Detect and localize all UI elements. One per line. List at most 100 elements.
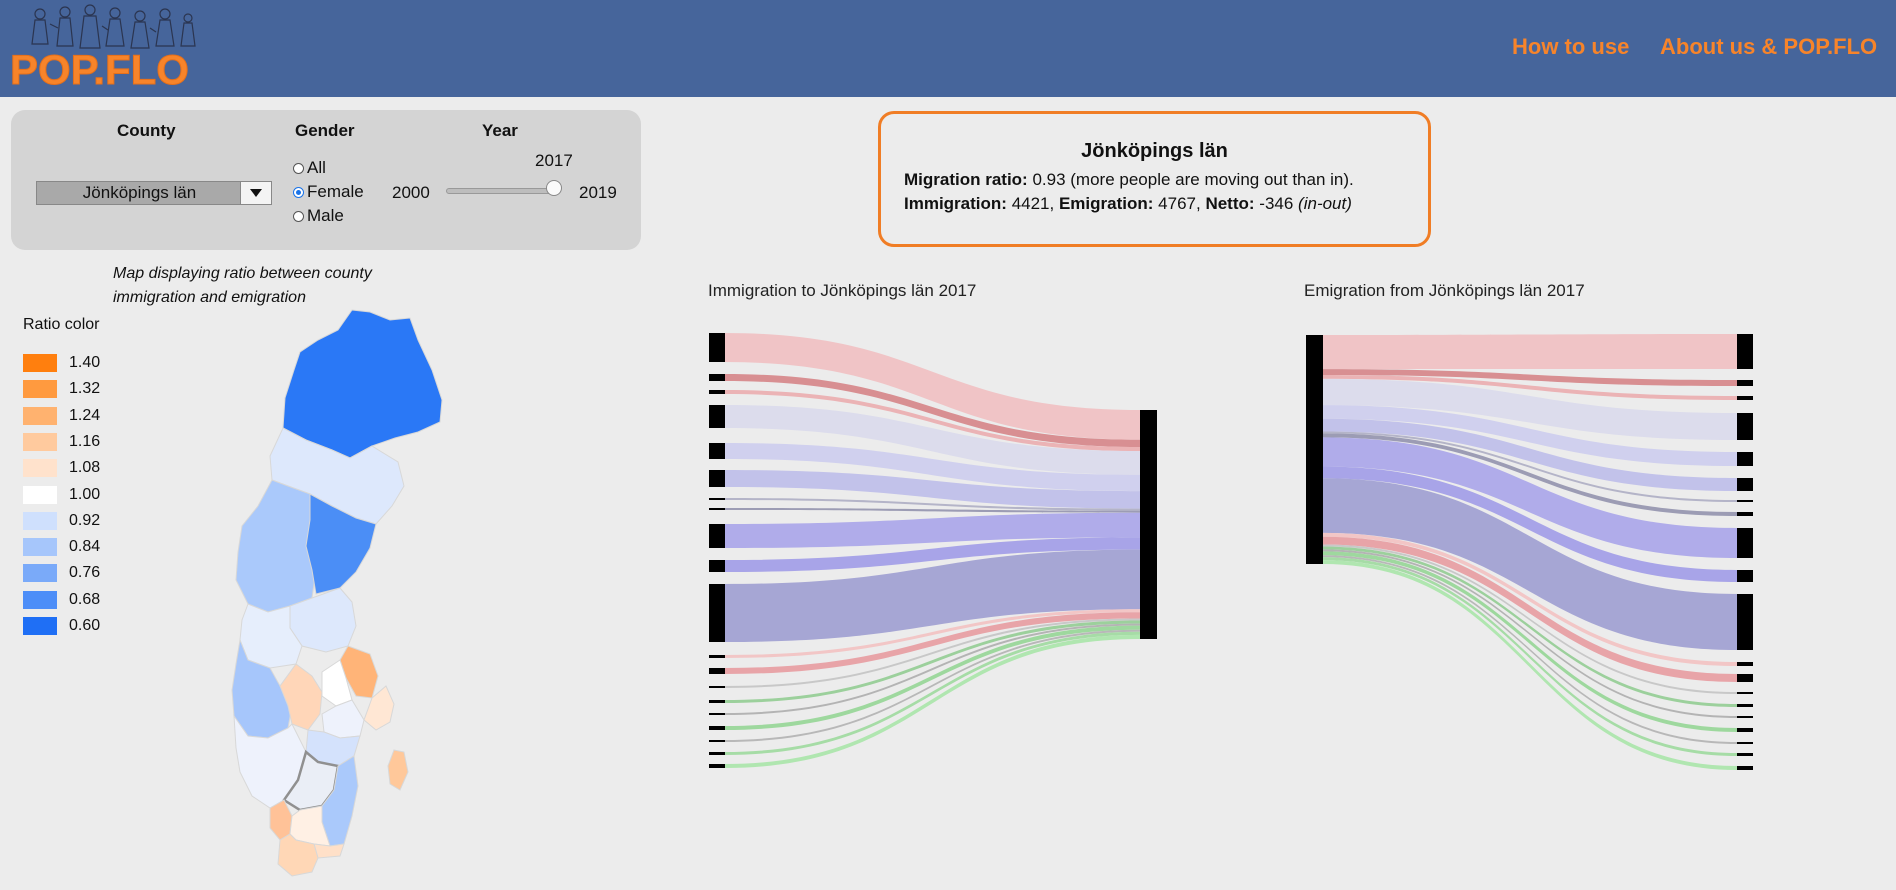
emigration-flow[interactable] — [1322, 544, 1737, 694]
county-select[interactable]: Jönköpings län — [36, 181, 272, 205]
immigration-flow[interactable] — [724, 625, 1140, 730]
immigration-source-node[interactable] — [709, 390, 725, 394]
emigration-flow[interactable] — [1322, 374, 1737, 400]
immigration-source-node[interactable] — [709, 764, 725, 768]
immigration-flow[interactable] — [724, 443, 1140, 492]
emigration-flow[interactable] — [1322, 532, 1737, 666]
emigration-target-node[interactable] — [1737, 570, 1753, 582]
emigration-target-node[interactable] — [1737, 728, 1753, 732]
immigration-source-node[interactable] — [709, 668, 725, 674]
emigration-target-node[interactable] — [1737, 753, 1753, 756]
immigration-source-node[interactable] — [709, 508, 725, 510]
immigration-flow[interactable] — [724, 609, 1140, 658]
immigration-flow[interactable] — [724, 512, 1140, 548]
nav-about-us[interactable]: About us & POP.FLO — [1660, 34, 1877, 60]
immigration-flow[interactable] — [724, 390, 1140, 452]
immigration-source-node[interactable] — [709, 560, 725, 572]
emigration-target-node[interactable] — [1737, 742, 1753, 744]
county-sodermanland[interactable] — [321, 699, 365, 739]
immigration-flow[interactable] — [724, 631, 1140, 755]
emigration-flow[interactable] — [1322, 431, 1737, 502]
emigration-flow[interactable] — [1322, 555, 1737, 744]
immigration-source-node[interactable] — [709, 333, 725, 362]
emigration-flow[interactable] — [1322, 369, 1737, 386]
emigration-target-node[interactable] — [1737, 396, 1753, 400]
chevron-down-icon[interactable] — [240, 182, 271, 204]
radio-icon[interactable] — [293, 162, 304, 174]
immigration-source-node[interactable] — [709, 700, 725, 703]
emigration-source-node[interactable] — [1306, 335, 1323, 564]
year-slider-track[interactable] — [446, 188, 560, 194]
emigration-flow[interactable] — [1322, 378, 1737, 440]
immigration-flow[interactable] — [724, 623, 1140, 715]
emigration-target-node[interactable] — [1737, 500, 1753, 502]
emigration-flow[interactable] — [1322, 557, 1737, 756]
immigration-target-node[interactable] — [1140, 410, 1157, 639]
emigration-target-node[interactable] — [1737, 716, 1753, 718]
immigration-flow[interactable] — [724, 333, 1140, 440]
year-slider-thumb[interactable] — [546, 180, 562, 196]
emigration-flow[interactable] — [1322, 433, 1737, 516]
immigration-source-node[interactable] — [709, 655, 725, 658]
immigration-source-node[interactable] — [709, 584, 725, 642]
emigration-target-node[interactable] — [1737, 766, 1753, 770]
emigration-target-node[interactable] — [1737, 704, 1753, 707]
immigration-flow[interactable] — [724, 612, 1140, 674]
radio-icon[interactable] — [293, 210, 304, 222]
county-gotland[interactable] — [387, 749, 409, 791]
county-norrbotten[interactable] — [282, 309, 443, 459]
emigration-flow[interactable] — [1322, 437, 1737, 558]
emigration-target-node[interactable] — [1737, 512, 1753, 516]
immigration-flow[interactable] — [724, 537, 1140, 572]
immigration-flow[interactable] — [724, 374, 1140, 447]
immigration-source-node[interactable] — [709, 686, 725, 688]
brand-logo[interactable]: POP.FLO — [10, 46, 190, 94]
emigration-target-node[interactable] — [1737, 594, 1753, 650]
emigration-target-node[interactable] — [1737, 662, 1753, 666]
gender-option-female[interactable]: Female — [293, 182, 364, 202]
gender-option-all[interactable]: All — [293, 158, 326, 178]
immigration-source-node[interactable] — [709, 498, 725, 500]
immigration-source-node[interactable] — [709, 713, 725, 715]
radio-selected-icon[interactable] — [293, 186, 304, 198]
immigration-flow[interactable] — [724, 618, 1140, 688]
gender-option-male[interactable]: Male — [293, 206, 344, 226]
immigration-source-node[interactable] — [709, 470, 725, 487]
immigration-source-node[interactable] — [709, 752, 725, 755]
immigration-flow[interactable] — [724, 508, 1140, 513]
emigration-target-node[interactable] — [1737, 528, 1753, 558]
immigration-flow[interactable] — [724, 405, 1140, 475]
emigration-target-node[interactable] — [1737, 692, 1753, 694]
immigration-flow[interactable] — [724, 629, 1140, 742]
nav-how-to-use[interactable]: How to use — [1512, 34, 1629, 60]
immigration-flow[interactable] — [724, 498, 1140, 511]
emigration-flow[interactable] — [1322, 549, 1737, 718]
immigration-flow[interactable] — [724, 620, 1140, 703]
immigration-source-node[interactable] — [709, 726, 725, 730]
immigration-source-node[interactable] — [709, 524, 725, 548]
emigration-flow[interactable] — [1322, 560, 1737, 770]
emigration-target-node[interactable] — [1737, 452, 1753, 466]
emigration-flow[interactable] — [1322, 418, 1737, 491]
immigration-source-node[interactable] — [709, 740, 725, 742]
emigration-target-node[interactable] — [1737, 413, 1753, 440]
county-jamtland[interactable] — [235, 479, 317, 613]
emigration-flow[interactable] — [1322, 334, 1737, 370]
emigration-flow[interactable] — [1322, 466, 1737, 582]
immigration-source-node[interactable] — [709, 405, 725, 428]
emigration-flow[interactable] — [1322, 536, 1737, 682]
emigration-flow[interactable] — [1322, 546, 1737, 707]
emigration-target-node[interactable] — [1737, 334, 1753, 369]
immigration-flow[interactable] — [724, 634, 1140, 768]
immigration-flow[interactable] — [724, 549, 1140, 642]
emigration-target-node[interactable] — [1737, 478, 1753, 491]
emigration-flow[interactable] — [1322, 405, 1737, 466]
county-halland[interactable] — [269, 799, 293, 841]
emigration-target-node[interactable] — [1737, 380, 1753, 386]
immigration-source-node[interactable] — [709, 374, 725, 381]
emigration-flow[interactable] — [1322, 478, 1737, 650]
immigration-flow[interactable] — [724, 470, 1140, 509]
emigration-target-node[interactable] — [1737, 674, 1753, 682]
immigration-source-node[interactable] — [709, 443, 725, 459]
county-blekinge[interactable] — [313, 843, 345, 859]
